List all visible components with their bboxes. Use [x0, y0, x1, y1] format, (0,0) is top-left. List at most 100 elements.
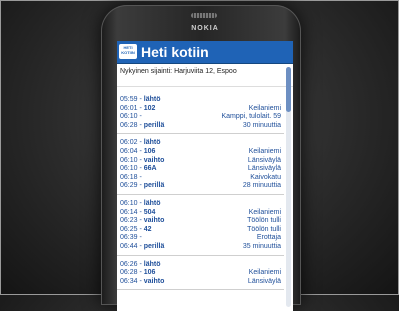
step-time: 06:39: [120, 234, 138, 242]
step-time: 05:59: [120, 96, 138, 103]
step-action: 66A: [143, 165, 157, 173]
step-destination: 28 minuuttia: [242, 182, 281, 190]
step-time: 06:10: [120, 199, 138, 207]
step-time-action: 06:28 - perillä: [120, 122, 164, 131]
step-action: 42: [143, 225, 152, 233]
step-time: 06:01: [120, 104, 138, 112]
route-step: 06:28 - perillä 30 minuuttia: [120, 122, 281, 131]
route-step: 05:59 - lähtö: [120, 96, 281, 105]
app-title: Heti kotiin: [141, 44, 209, 60]
step-time-action: 06:04 - 106: [120, 148, 155, 157]
step-time-action: 06:29 - perillä: [120, 182, 164, 191]
route-step: 06:28 - 106 Keilaniemi: [120, 269, 281, 278]
route-step: 06:01 - 102 Keilaniemi: [120, 105, 281, 114]
step-destination: Erottaja: [256, 234, 281, 242]
step-time: 06:10: [120, 165, 138, 173]
route-step: 06:04 - 106 Keilaniemi: [120, 148, 281, 157]
route-step: 06:29 - perillä 28 minuuttia: [120, 182, 281, 191]
step-time-action: 06:14 - 504: [120, 209, 155, 218]
current-location: Nykyinen sijainti: Harjuviita 12, Espoo: [117, 64, 293, 87]
step-destination: Keilaniemi: [248, 208, 281, 216]
step-destination: Länsiväylä: [247, 165, 281, 173]
step-destination: 30 minuuttia: [242, 121, 281, 129]
step-time-action: 06:28 - 106: [120, 269, 155, 278]
route-step: 06:14 - 504 Keilaniemi: [120, 209, 281, 218]
earpiece-speaker: [191, 13, 217, 18]
scrollbar[interactable]: [286, 67, 291, 307]
step-action: vaihto: [143, 217, 165, 225]
route-step: 06:44 - perillä 35 minuuttia: [120, 243, 281, 252]
step-time: 06:23: [120, 217, 138, 225]
step-time-action: 06:18 -: [120, 174, 142, 183]
step-destination: Keilaniemi: [248, 269, 281, 277]
step-time-action: 06:23 - vaihto: [120, 217, 164, 226]
phone-device: NOKIA HETI KOTIIN Heti kotiin Nykyinen s…: [101, 5, 301, 311]
step-separator: -: [137, 234, 142, 242]
logo-text-line2: KOTIIN: [121, 50, 135, 55]
route-step: 06:10 - 66A Länsiväylä: [120, 165, 281, 174]
step-action: vaihto: [143, 277, 165, 285]
step-action: 106: [143, 147, 156, 155]
step-time-action: 06:02 - lähtö: [120, 139, 161, 148]
route-step: 06:10 - Kamppi, tulolait. 59: [120, 113, 281, 122]
scrollbar-thumb[interactable]: [286, 67, 291, 112]
route-step: 06:25 - 42 Töölön tulli: [120, 226, 281, 235]
step-action: lähtö: [143, 260, 161, 268]
route-step: 06:34 - vaihto Länsiväylä: [120, 278, 281, 287]
route-option[interactable]: 06:10 - lähtö 06:14 - 504 Keilaniemi 06:23 …: [117, 194, 284, 256]
route-step: 06:39 - Erottaja: [120, 234, 281, 243]
step-time: 06:14: [120, 208, 138, 216]
step-time-action: 06:10 - lähtö: [120, 200, 161, 209]
route-step: 06:23 - vaihto Töölön tulli: [120, 217, 281, 226]
step-time: 06:34: [120, 277, 138, 285]
step-destination: Töölön tulli: [247, 217, 281, 225]
step-action: vaihto: [143, 156, 165, 164]
step-time-action: 06:25 - 42: [120, 226, 152, 235]
step-time-action: 06:10 -: [120, 113, 142, 122]
step-action: perillä: [143, 182, 165, 190]
step-time: 06:44: [120, 242, 138, 250]
step-time: 06:28: [120, 269, 138, 277]
step-time: 06:02: [120, 139, 138, 147]
route-option[interactable]: 05:59 - lähtö 06:01 - 102 Keilaniemi 06:10 …: [117, 91, 284, 135]
app-header: HETI KOTIIN Heti kotiin: [117, 41, 293, 64]
step-time: 06:10: [120, 156, 138, 164]
step-separator: -: [137, 113, 142, 121]
step-action: lähtö: [143, 96, 161, 103]
step-time-action: 06:26 - lähtö: [120, 261, 161, 270]
step-action: lähtö: [143, 139, 161, 147]
step-time-action: 05:59 - lähtö: [120, 96, 161, 105]
step-time: 06:18: [120, 173, 138, 181]
route-step: 06:02 - lähtö: [120, 139, 281, 148]
route-step: 06:10 - lähtö: [120, 200, 281, 209]
phone-screen: HETI KOTIIN Heti kotiin Nykyinen sijaint…: [117, 41, 293, 311]
step-action: perillä: [143, 121, 165, 129]
step-time-action: 06:01 - 102: [120, 105, 155, 114]
step-destination: Kamppi, tulolait. 59: [221, 113, 281, 121]
step-time: 06:29: [120, 182, 138, 190]
step-time-action: 06:44 - perillä: [120, 243, 164, 252]
app-logo: HETI KOTIIN: [119, 44, 137, 59]
step-destination: Kaivokatu: [250, 173, 281, 181]
route-option[interactable]: 06:02 - lähtö 06:04 - 106 Keilaniemi 06:10 …: [117, 134, 284, 195]
route-step: 06:26 - lähtö: [120, 261, 281, 270]
step-time: 06:25: [120, 225, 138, 233]
step-time: 06:04: [120, 147, 138, 155]
step-time-action: 06:39 -: [120, 234, 142, 243]
step-action: perillä: [143, 242, 165, 250]
step-time-action: 06:10 - 66A: [120, 165, 157, 174]
device-brand: NOKIA: [191, 25, 219, 32]
step-destination: Töölön tulli: [247, 225, 281, 233]
route-list: 05:59 - lähtö 06:01 - 102 Keilaniemi 06:10 …: [117, 91, 284, 291]
step-action: 102: [143, 104, 156, 112]
route-step: 06:18 - Kaivokatu: [120, 174, 281, 183]
step-time: 06:28: [120, 121, 138, 129]
step-time: 06:10: [120, 113, 138, 121]
step-time-action: 06:10 - vaihto: [120, 157, 164, 166]
step-time-action: 06:34 - vaihto: [120, 278, 164, 287]
step-destination: Länsiväylä: [247, 156, 281, 164]
step-destination: 35 minuuttia: [242, 242, 281, 250]
step-destination: Keilaniemi: [248, 147, 281, 155]
route-option[interactable]: 06:26 - lähtö 06:28 - 106 Keilaniemi 06:34 …: [117, 255, 284, 291]
route-step: 06:10 - vaihto Länsiväylä: [120, 157, 281, 166]
